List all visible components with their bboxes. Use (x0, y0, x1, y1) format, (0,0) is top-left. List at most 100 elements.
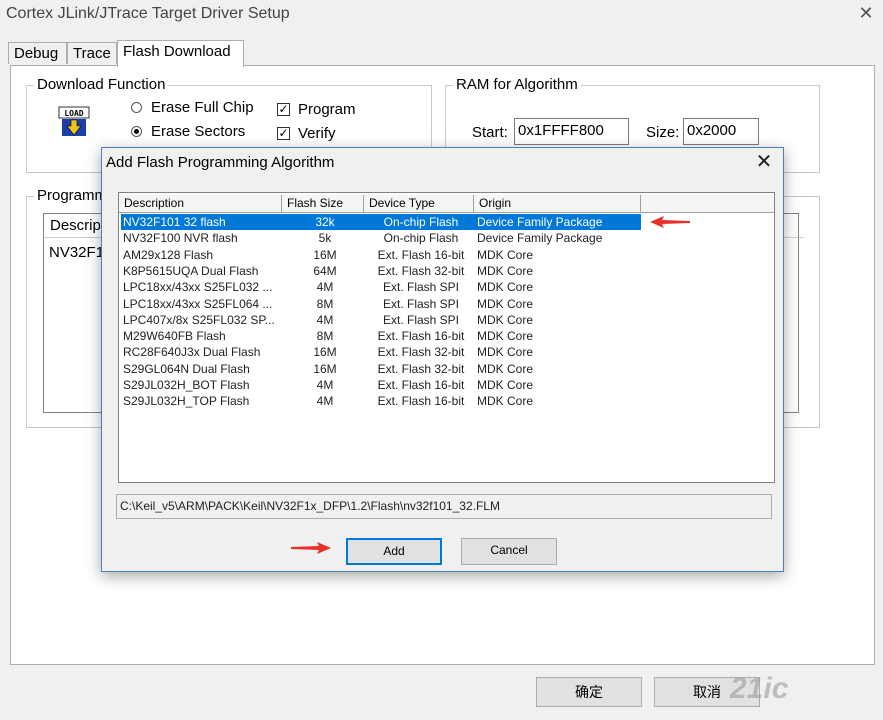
list-item[interactable]: LPC407x/8x S25FL032 SP... 4M Ext. Flash SP… (121, 312, 641, 328)
row-device-type: Ext. Flash 16-bit (377, 247, 465, 262)
annotation-arrow-right-icon (291, 542, 331, 554)
row-origin: MDK Core (477, 329, 534, 344)
row-flash-size: 64M (313, 263, 337, 278)
verify-checkbox[interactable]: ✓ (277, 127, 290, 140)
row-description: LPC407x/8x S25FL032 SP... (123, 312, 275, 327)
row-origin: MDK Core (477, 312, 534, 327)
row-origin: MDK Core (477, 280, 534, 295)
ram-size-label: Size: (646, 124, 680, 141)
list-item[interactable]: NV32F100 NVR flash 5k On-chip Flash Device … (121, 230, 641, 246)
row-device-type: Ext. Flash SPI (382, 280, 460, 295)
window-close-button[interactable]: ✕ (854, 2, 878, 24)
row-device-type: Ext. Flash 32-bit (377, 361, 465, 376)
row-flash-size: 16M (313, 361, 337, 376)
column-description[interactable]: Description (119, 195, 282, 213)
watermark-logo: 21ic (730, 672, 789, 705)
row-origin: MDK Core (477, 263, 534, 278)
programming-col-desc: Descrip (50, 217, 101, 234)
program-checkbox[interactable]: ✓ (277, 103, 290, 116)
row-description: S29GL064N Dual Flash (123, 361, 250, 376)
row-flash-size: 5k (318, 231, 332, 246)
row-origin: Device Family Package (477, 215, 603, 229)
row-device-type: Ext. Flash 16-bit (377, 394, 465, 409)
row-flash-size: 4M (316, 280, 334, 295)
ram-label: RAM for Algorithm (453, 76, 581, 94)
row-description: S29JL032H_BOT Flash (123, 378, 250, 392)
row-flash-size: 4M (316, 378, 334, 392)
row-flash-size: 4M (316, 394, 334, 409)
column-origin[interactable]: Origin (474, 195, 641, 213)
row-device-type: On-chip Flash (383, 215, 459, 229)
row-device-type: On-chip Flash (383, 231, 459, 246)
row-flash-size: 32k (315, 215, 335, 229)
row-origin: MDK Core (477, 247, 534, 262)
erase-sectors-radio[interactable] (131, 126, 142, 137)
row-device-type: Ext. Flash 16-bit (377, 378, 465, 392)
list-item[interactable]: LPC18xx/43xx S25FL064 ... 8M Ext. Flash SP… (121, 296, 641, 312)
row-description: NV32F101 32 flash (123, 215, 226, 229)
row-description: LPC18xx/43xx S25FL064 ... (123, 296, 273, 311)
row-device-type: Ext. Flash SPI (382, 296, 460, 311)
ok-button[interactable]: 确定 (536, 677, 642, 707)
algorithm-path-field: C:\Keil_v5\ARM\PACK\Keil\NV32F1x_DFP\1.2… (116, 494, 772, 519)
programming-label: Programm (34, 187, 111, 205)
list-item[interactable]: LPC18xx/43xx S25FL032 ... 4M Ext. Flash SP… (121, 279, 641, 295)
dialog-close-button[interactable]: ✕ (752, 150, 776, 174)
row-origin: Device Family Package (477, 231, 603, 246)
row-description: S29JL032H_TOP Flash (123, 394, 250, 409)
row-origin: MDK Core (477, 361, 534, 376)
dialog-title: Add Flash Programming Algorithm (106, 154, 335, 171)
row-device-type: Ext. Flash 32-bit (377, 345, 465, 360)
row-flash-size: 16M (313, 345, 337, 360)
add-button[interactable]: Add (346, 538, 442, 565)
row-flash-size: 4M (316, 312, 334, 327)
ram-size-input[interactable]: 0x2000 (683, 118, 759, 145)
tab-flash-download[interactable]: Flash Download (117, 40, 244, 67)
list-item[interactable]: K8P5615UQA Dual Flash 64M Ext. Flash 32-bi… (121, 263, 641, 279)
program-label: Program (298, 101, 356, 118)
column-device-type[interactable]: Device Type (364, 195, 474, 213)
row-flash-size: 16M (313, 247, 337, 262)
row-description: LPC18xx/43xx S25FL032 ... (123, 280, 273, 295)
row-device-type: Ext. Flash SPI (382, 312, 460, 327)
list-item[interactable]: S29JL032H_TOP Flash 4M Ext. Flash 16-bit MD… (121, 393, 641, 409)
row-description: NV32F100 NVR flash (123, 231, 238, 246)
verify-label: Verify (298, 125, 336, 142)
tab-debug[interactable]: Debug (8, 42, 67, 64)
list-item[interactable]: S29GL064N Dual Flash 16M Ext. Flash 32-bit… (121, 361, 641, 377)
ram-start-label: Start: (472, 124, 508, 141)
list-item[interactable]: RC28F640J3x Dual Flash 16M Ext. Flash 32-b… (121, 344, 641, 360)
row-description: RC28F640J3x Dual Flash (123, 345, 261, 360)
list-item[interactable]: NV32F101 32 flash 32k On-chip Flash Device … (121, 214, 641, 230)
column-flash-size[interactable]: Flash Size (282, 195, 364, 213)
annotation-arrow-left-icon (650, 216, 690, 228)
list-item[interactable]: M29W640FB Flash 8M Ext. Flash 16-bit MDK Co… (121, 328, 641, 344)
row-description: K8P5615UQA Dual Flash (123, 263, 259, 278)
download-function-label: Download Function (34, 76, 169, 94)
row-device-type: Ext. Flash 32-bit (377, 263, 465, 278)
add-flash-algorithm-dialog: Add Flash Programming Algorithm ✕ Descri… (101, 147, 784, 572)
row-origin: MDK Core (477, 345, 534, 360)
load-icon: LOAD (58, 106, 90, 138)
tab-trace[interactable]: Trace (67, 42, 117, 64)
list-item[interactable]: S29JL032H_BOT Flash 4M Ext. Flash 16-bit MD… (121, 377, 641, 393)
cancel-button[interactable]: Cancel (461, 538, 557, 565)
window-title: Cortex JLink/JTrace Target Driver Setup (6, 5, 290, 22)
ram-start-input[interactable]: 0x1FFFF800 (514, 118, 629, 145)
programming-row[interactable]: NV32F1 (49, 244, 104, 262)
load-icon-text: LOAD (64, 109, 83, 118)
row-description: AM29x128 Flash (123, 247, 214, 262)
row-origin: MDK Core (477, 394, 534, 409)
row-device-type: Ext. Flash 16-bit (377, 329, 465, 344)
algorithm-list[interactable]: Description Flash Size Device Type Origi… (118, 192, 775, 483)
list-item[interactable]: AM29x128 Flash 16M Ext. Flash 16-bit MDK Co… (121, 247, 641, 263)
row-origin: MDK Core (477, 378, 534, 392)
erase-sectors-label: Erase Sectors (151, 123, 246, 140)
row-description: M29W640FB Flash (123, 329, 226, 344)
row-flash-size: 8M (316, 329, 334, 344)
column-filler (641, 195, 774, 213)
row-origin: MDK Core (477, 296, 534, 311)
row-flash-size: 8M (316, 296, 334, 311)
erase-full-chip-radio[interactable] (131, 102, 142, 113)
erase-full-chip-label: Erase Full Chip (151, 99, 254, 116)
